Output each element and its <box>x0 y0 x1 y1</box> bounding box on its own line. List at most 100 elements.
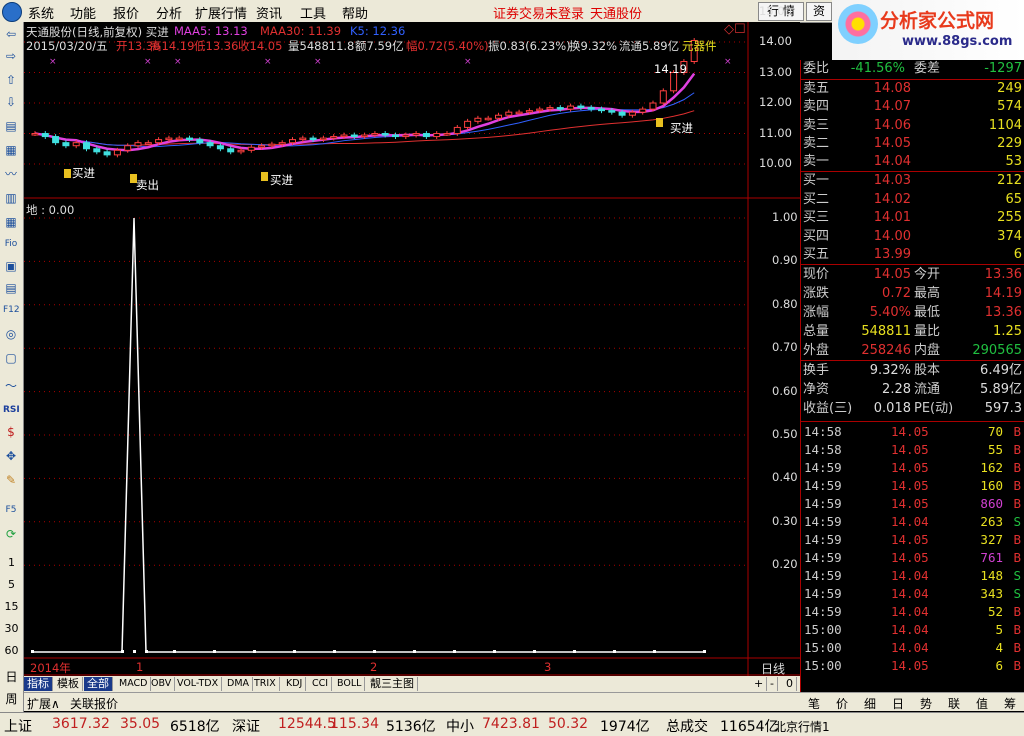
panel-icon[interactable]: ▤ <box>3 280 19 296</box>
tick-price: 14.05 <box>891 460 929 475</box>
tab-detail[interactable]: 细 <box>856 695 884 712</box>
tab-kdj[interactable]: KDJ <box>283 677 307 691</box>
diamond-icon[interactable]: ◇☐ <box>724 22 746 37</box>
tab-custom-main[interactable]: 靓三主图 <box>367 677 418 691</box>
tab-trix[interactable]: TRIX <box>251 677 280 691</box>
tab-all[interactable]: 全部 <box>84 677 113 691</box>
tab-price[interactable]: 价 <box>828 695 856 712</box>
period-1min[interactable]: 1 <box>0 556 23 569</box>
arrow-right-icon[interactable]: ⇨ <box>3 48 19 64</box>
tab-trend[interactable]: 势 <box>912 695 940 712</box>
period-label[interactable]: 日线 <box>761 660 785 677</box>
indicator-point <box>703 650 706 653</box>
quote-row: 涨跌 0.72 最高 14.19 <box>801 285 1024 303</box>
candle-up <box>639 108 647 113</box>
buy-marker <box>261 172 268 181</box>
tick-price: 14.05 <box>891 532 929 547</box>
chart-area[interactable]: × × × × × × × 天通股份(日线,前复权) 买进 MAA5: 13.13 MAA3… <box>24 4 800 677</box>
box-icon[interactable]: ▢ <box>3 350 19 366</box>
period-day[interactable]: 日 <box>0 668 23 685</box>
refresh-icon[interactable]: ⟳ <box>3 526 19 542</box>
grid-icon[interactable]: ▦ <box>3 142 19 158</box>
sh-index-label: 上证 <box>4 719 32 735</box>
tick-price: 14.04 <box>891 514 929 529</box>
window-icon[interactable]: ▣ <box>3 258 19 274</box>
bid-row: 买三 14.01 255 <box>801 209 1024 227</box>
tab-linked[interactable]: 联 <box>940 695 968 712</box>
rsi-icon[interactable]: RSI <box>3 402 20 418</box>
tab-add[interactable]: + <box>751 677 768 691</box>
tab-boll[interactable]: BOLL <box>334 677 366 691</box>
circle-icon[interactable]: ◎ <box>3 326 19 342</box>
sh-index-value: 3617.32 <box>52 716 110 732</box>
tab-expand[interactable]: 扩展∧ <box>27 695 60 712</box>
tab-value[interactable]: 值 <box>968 695 996 712</box>
f5-icon[interactable]: F5 <box>3 502 19 518</box>
tab-chips[interactable]: 筹 <box>996 695 1024 712</box>
tab-dma[interactable]: DMA <box>224 677 254 691</box>
tab-vol-tdx[interactable]: VOL-TDX <box>174 677 223 691</box>
menu-quote[interactable]: 报价 <box>113 3 139 22</box>
tab-reset[interactable]: 0 <box>783 677 797 691</box>
fio-icon[interactable]: Fio <box>3 236 19 252</box>
bid-row: 买一 14.03 212 <box>801 172 1024 190</box>
menu-analysis[interactable]: 分析 <box>156 3 182 22</box>
report-icon[interactable]: ▤ <box>3 118 19 134</box>
tab-info[interactable]: 资 <box>806 2 832 21</box>
candle-up <box>330 136 338 139</box>
kline-icon[interactable]: ▥ <box>3 190 19 206</box>
candle-down <box>618 111 626 116</box>
tab-macd[interactable]: MACD <box>116 677 152 691</box>
table-icon[interactable]: ▦ <box>3 214 19 230</box>
indicator-point <box>145 650 148 653</box>
candle-up <box>628 111 636 116</box>
finance-label: 股本 <box>914 363 941 378</box>
period-60min[interactable]: 60 <box>0 644 23 657</box>
signal-marker: × <box>464 57 472 67</box>
indicator-tick: 0.80 <box>772 296 798 311</box>
tab-template[interactable]: 模板 <box>54 677 83 691</box>
period-15min[interactable]: 15 <box>0 600 23 613</box>
menu-help[interactable]: 帮助 <box>342 3 368 22</box>
f12-icon[interactable]: F12 <box>3 302 20 318</box>
arrow-down-icon[interactable]: ⇩ <box>3 94 19 110</box>
menu-system[interactable]: 系统 <box>28 3 54 22</box>
wave-icon[interactable]: 〜 <box>3 378 19 394</box>
sell-signal-label: 卖出 <box>136 178 159 192</box>
tab-related-quote[interactable]: 关联报价 <box>70 695 118 712</box>
menu-function[interactable]: 功能 <box>70 3 96 22</box>
period-5min[interactable]: 5 <box>0 578 23 591</box>
tab-daily[interactable]: 日 <box>884 695 912 712</box>
candle-down <box>41 133 49 138</box>
trade-login-warning[interactable]: 证券交易未登录 <box>493 3 584 22</box>
tab-cci[interactable]: CCI <box>309 677 333 691</box>
pencil-icon[interactable]: ✎ <box>3 472 19 488</box>
tab-obv[interactable]: OBV <box>148 677 176 691</box>
quote-panel: 委比 -41.56% 委差 -1297 卖五 14.08 249 卖四 14.07 574… <box>800 60 1024 692</box>
line-chart-icon[interactable]: 〰 <box>3 166 19 182</box>
ask-volume: 1104 <box>988 117 1022 133</box>
ask-label: 卖四 <box>803 99 830 115</box>
tab-indicator[interactable]: 指标 <box>24 677 53 691</box>
quote-row: 涨幅 5.40% 最低 13.36 <box>801 304 1024 322</box>
indicator-point <box>173 650 176 653</box>
quote-value: 13.36 <box>984 305 1022 320</box>
menu-ext-quote[interactable]: 扩展行情 <box>195 3 247 22</box>
tick-time: 15:00 <box>804 658 842 673</box>
menu-news[interactable]: 资讯 <box>256 3 282 22</box>
signal-marker: × <box>724 57 732 67</box>
candle-up <box>402 134 410 138</box>
tab-remove[interactable]: - <box>767 677 778 691</box>
tab-trades[interactable]: 笔 <box>800 695 828 712</box>
dollar-icon[interactable]: $ <box>3 424 19 440</box>
market-region[interactable]: 北京行情1 <box>774 718 830 735</box>
period-week[interactable]: 周 <box>0 690 23 707</box>
candle-up <box>289 139 296 144</box>
candle-up <box>155 139 163 144</box>
move-icon[interactable]: ✥ <box>3 448 19 464</box>
arrow-left-icon[interactable]: ⇦ <box>3 26 19 42</box>
trade-tick-row: 14:58 14.05 70 B <box>801 423 1024 441</box>
arrow-up-icon[interactable]: ⇧ <box>3 72 19 88</box>
menu-tools[interactable]: 工具 <box>300 3 326 22</box>
period-30min[interactable]: 30 <box>0 622 23 635</box>
